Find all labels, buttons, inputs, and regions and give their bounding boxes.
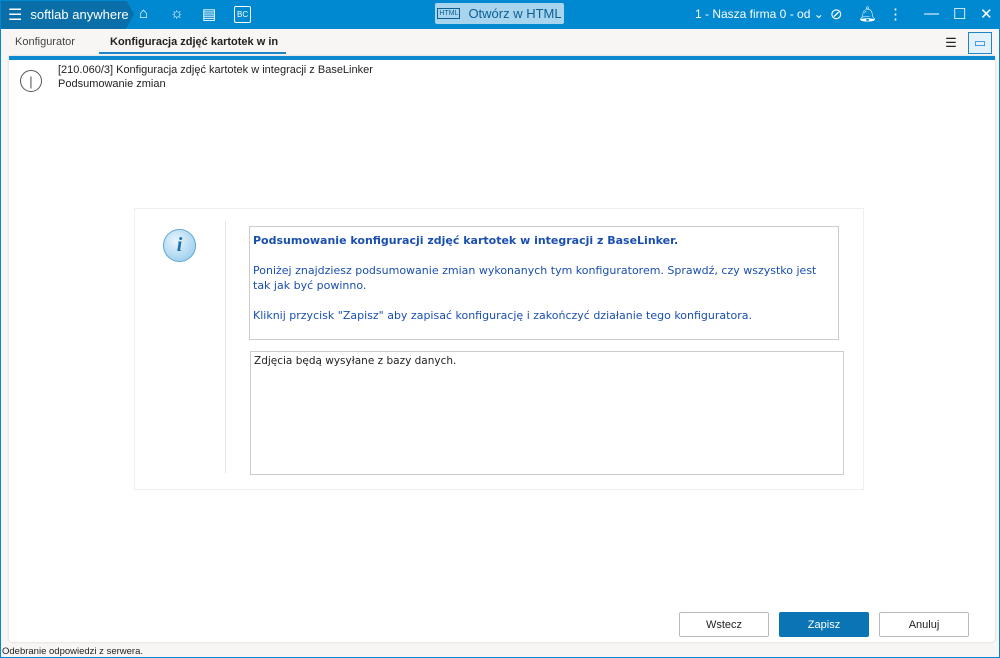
cancel-button[interactable]: Anuluj [879, 612, 969, 637]
back-button[interactable]: Wstecz [679, 612, 769, 637]
summary-textbox[interactable]: Zdjęcia będą wysyłane z bazy danych. [250, 351, 844, 475]
message-title: Podsumowanie konfiguracji zdjęć kartotek… [253, 234, 679, 247]
news-icon[interactable]: ▤ [202, 5, 216, 23]
status-bar: Odebranie odpowiedzi z serwera. [2, 646, 143, 657]
message-paragraph: Poniżej znajdziesz podsumowanie zmian wy… [253, 264, 817, 292]
save-button[interactable]: Zapisz [779, 612, 869, 637]
app-menu[interactable]: ☰ softlab anywhere [0, 0, 134, 29]
configurator-panel: | [210.060/3] Konfiguracja zdjęć kartote… [9, 56, 995, 642]
divider [225, 221, 226, 473]
title-bar: ☰ softlab anywhere ⌂ ☼ ▤ BC HTML Otwórz … [0, 0, 1000, 29]
bell-icon[interactable]: 🔔︎ [858, 5, 877, 23]
tab-konfiguracja[interactable]: Konfiguracja zdjęć kartotek w in [99, 36, 287, 54]
summary-section: i Podsumowanie konfiguracji zdjęć kartot… [134, 208, 864, 490]
tree-list-icon[interactable]: ☰ [939, 32, 963, 54]
open-html-button[interactable]: HTML Otwórz w HTML [435, 3, 564, 24]
info-outline-icon: | [20, 70, 42, 92]
html-icon: HTML [437, 8, 461, 19]
tab-konfigurator[interactable]: Konfigurator [15, 36, 75, 48]
message-paragraph: Kliknij przycisk "Zapisz" aby zapisać ko… [253, 309, 752, 322]
page-subtitle: Podsumowanie zmian [58, 78, 166, 90]
minimize-icon[interactable]: — [924, 5, 939, 22]
info-message: Podsumowanie konfiguracji zdjęć kartotek… [249, 226, 839, 340]
bc-icon[interactable]: BC [234, 6, 252, 23]
more-icon[interactable]: ⋮ [888, 5, 903, 23]
chevron-down-icon: ⌄ [813, 7, 824, 21]
company-selector[interactable]: 1 - Nasza firma 0 - od ⌄ [695, 7, 824, 21]
app-name: softlab anywhere [30, 7, 129, 22]
maximize-icon[interactable]: ☐ [953, 5, 966, 23]
tab-bar: Konfigurator Konfiguracja zdjęć kartotek… [0, 29, 1000, 56]
info-icon: i [163, 229, 196, 262]
page-title: [210.060/3] Konfiguracja zdjęć kartotek … [58, 64, 373, 76]
open-html-label: Otwórz w HTML [468, 6, 562, 21]
microphone-off-icon[interactable]: ⊘ [830, 5, 843, 23]
home-icon[interactable]: ⌂ [139, 5, 148, 22]
close-icon[interactable]: ✕ [980, 5, 993, 23]
hamburger-icon[interactable]: ☰ [8, 5, 22, 25]
comment-icon[interactable]: ▭ [968, 32, 992, 54]
company-name: 1 - Nasza firma 0 - od [695, 7, 811, 21]
lightbulb-icon[interactable]: ☼ [170, 5, 184, 22]
